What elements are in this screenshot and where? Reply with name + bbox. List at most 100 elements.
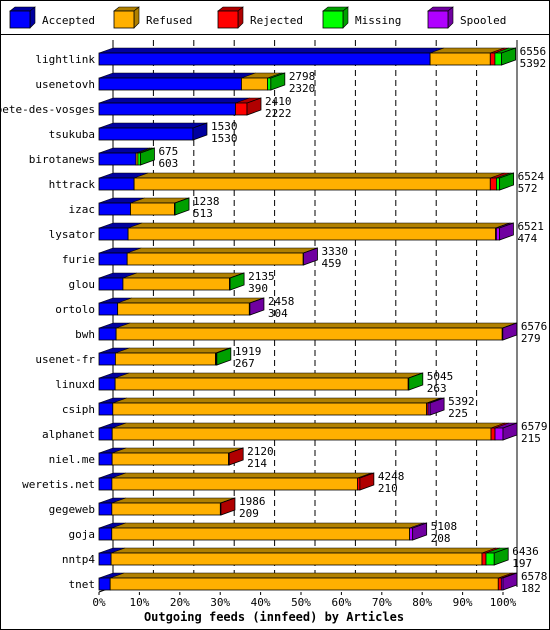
bar-segment-rejected [490, 427, 496, 441]
bar-segment-accepted [98, 127, 194, 141]
bar-segment-refused [112, 402, 428, 416]
bar-segment-missing [494, 52, 502, 66]
x-tick-label: 60% [331, 596, 351, 609]
bar-segment-accepted [98, 427, 113, 441]
row-label: izac [69, 203, 96, 216]
bar-segment-refused [429, 52, 491, 66]
legend-swatch-missing [322, 10, 344, 29]
bar-segment-accepted [98, 102, 236, 116]
bar-segment-accepted [98, 577, 111, 591]
x-tick-label: 30% [210, 596, 230, 609]
bar-top-refused [111, 522, 424, 529]
bar-segment-rejected [489, 52, 496, 66]
x-tick-label: 100% [490, 596, 517, 609]
legend-swatch-side [342, 6, 349, 29]
bar-top-accepted [98, 72, 256, 79]
row-label: nntp4 [62, 553, 95, 566]
bar-segment-accepted [98, 502, 113, 516]
bar-top-accepted [98, 47, 445, 54]
bar-segment-accepted [98, 452, 113, 466]
legend-label-accepted: Accepted [42, 14, 95, 27]
legend-swatch-side [29, 6, 36, 29]
row-accepted-label: 513 [193, 207, 213, 220]
bar-top-refused [112, 422, 506, 429]
bar-segment-accepted [98, 377, 116, 391]
x-axis-title: Outgoing feeds (innfeed) by Articles [144, 610, 404, 624]
bar-segment-accepted [98, 152, 137, 166]
bar-segment-missing [267, 77, 272, 91]
row-label: alphanet [42, 428, 95, 441]
row-accepted-label: 214 [247, 457, 267, 470]
row-accepted-label: 208 [431, 532, 451, 545]
x-tick-label: 50% [291, 596, 311, 609]
bar-segment-accepted [98, 527, 113, 541]
bar-segment-refused [126, 252, 304, 266]
bar-top-refused [128, 222, 510, 229]
row-accepted-label: 572 [518, 182, 538, 195]
bar-segment-accepted [98, 202, 131, 216]
legend-label-refused: Refused [146, 14, 192, 27]
bar-top-refused [116, 322, 517, 329]
row-accepted-label: 182 [521, 582, 541, 595]
row-label: usenetovh [35, 78, 95, 91]
row-label: gegeweb [49, 503, 95, 516]
bar-segment-spooled [409, 527, 414, 541]
bar-segment-refused [111, 452, 229, 466]
bar-top-refused [111, 472, 372, 479]
bar-segment-accepted [98, 277, 124, 291]
bar-segment-refused [114, 352, 216, 366]
bar-segment-refused [127, 227, 496, 241]
row-accepted-label: 210 [378, 482, 398, 495]
bar-top-refused [134, 172, 505, 179]
row-accepted-label: 474 [517, 232, 537, 245]
row-label: goja [69, 528, 96, 541]
bar-top-refused [112, 397, 441, 404]
row-label: glou [69, 278, 96, 291]
bar-top-refused [127, 247, 318, 254]
bar-segment-accepted [98, 252, 128, 266]
x-tick-label: 0% [92, 596, 106, 609]
innfeed-chart: Accepted Refused Rejected Missing Spooled lig… [0, 0, 550, 630]
bar-top-accepted [98, 122, 208, 129]
row-accepted-label: 304 [268, 307, 288, 320]
row-label: niel.me [49, 453, 95, 466]
bar-segment-rejected [235, 102, 248, 116]
row-accepted-label: 2320 [289, 82, 316, 95]
x-tick-label: 70% [372, 596, 392, 609]
row-label: linuxd [55, 378, 95, 391]
legend-swatch-spooled [427, 10, 449, 29]
row-accepted-label: 197 [512, 557, 532, 570]
row-accepted-label: 2222 [265, 107, 292, 120]
bar-segment-refused [130, 202, 175, 216]
bar-segment-accepted [98, 227, 129, 241]
row-accepted-label: 267 [235, 357, 255, 370]
bar-top-accepted [98, 97, 250, 104]
bar-top-refused [122, 272, 244, 279]
row-accepted-label: 279 [521, 332, 541, 345]
bar-segment-accepted [98, 327, 117, 341]
bar-top-refused [110, 572, 513, 579]
bar-segment-missing [496, 177, 501, 191]
bar-segment-rejected [481, 552, 487, 566]
x-tick-label: 80% [412, 596, 432, 609]
row-label: tnet [69, 578, 96, 591]
row-label: bete-des-vosges [0, 103, 95, 116]
bar-segment-refused [110, 552, 483, 566]
bar-segment-refused [109, 577, 499, 591]
bar-segment-refused [111, 527, 410, 541]
bar-top-refused [111, 497, 235, 504]
row-accepted-label: 263 [427, 382, 447, 395]
bar-segment-refused [117, 302, 250, 316]
bar-segment-accepted [98, 352, 116, 366]
bar-segment-refused [111, 427, 492, 441]
bar-segment-accepted [98, 52, 431, 66]
bar-top-refused [115, 372, 423, 379]
legend-label-rejected: Rejected [250, 14, 303, 27]
bar-segment-accepted [98, 177, 135, 191]
row-label: bwh [75, 328, 95, 341]
legend-label-missing: Missing [355, 14, 401, 27]
legend-swatch-side [447, 6, 454, 29]
x-tick-label: 90% [453, 596, 473, 609]
bar-segment-spooled [495, 227, 500, 241]
row-label: birotanews [29, 153, 95, 166]
